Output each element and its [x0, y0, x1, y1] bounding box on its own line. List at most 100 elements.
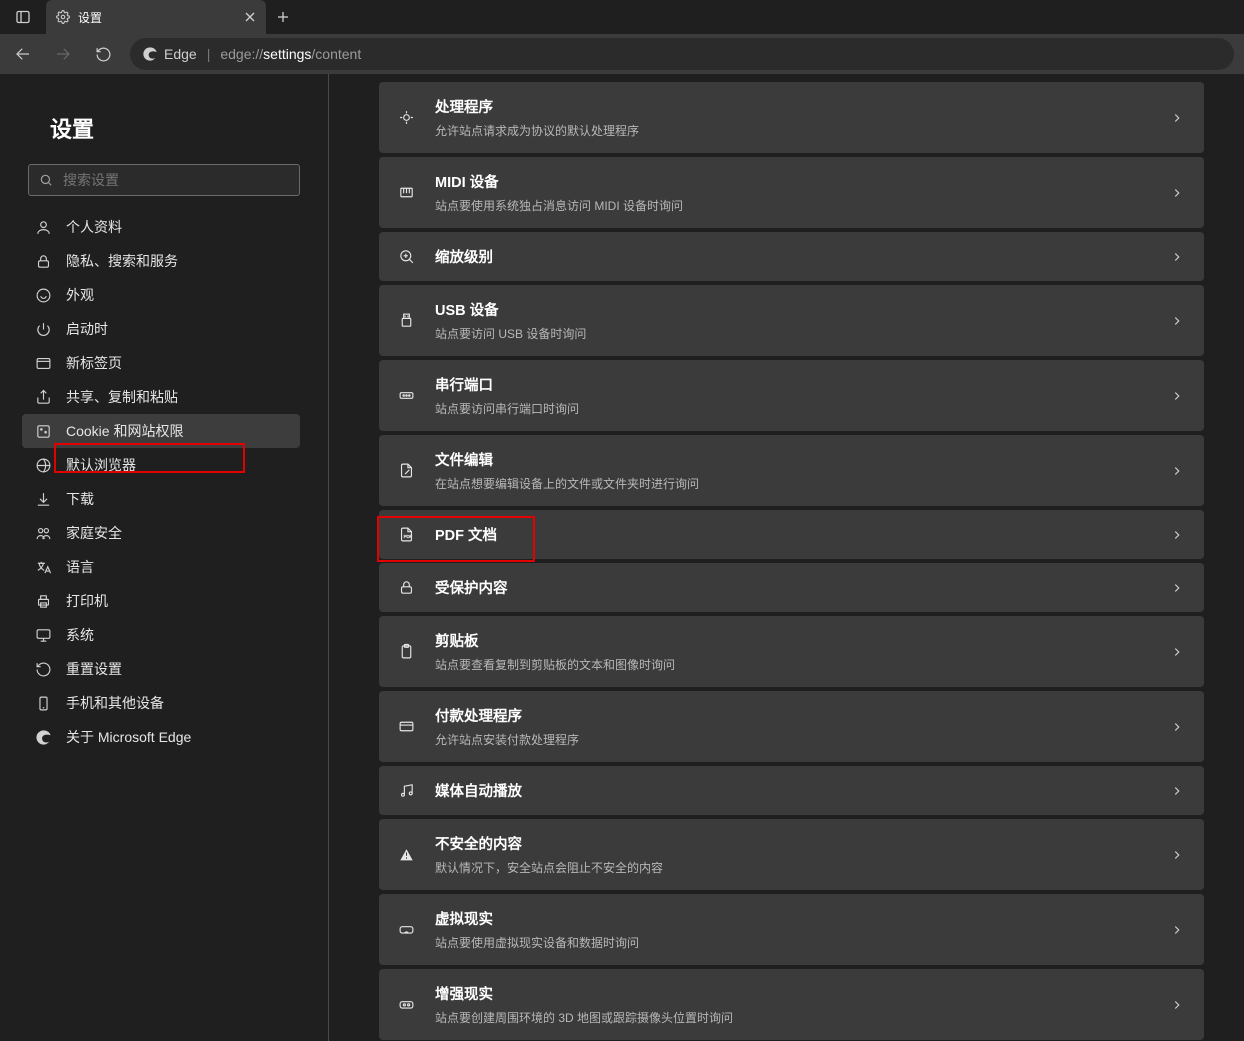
permission-item-3[interactable]: USB 设备 站点要访问 USB 设备时询问	[379, 285, 1204, 356]
site-identity[interactable]: Edge	[142, 46, 197, 62]
sidebar-item-label: 下载	[66, 489, 94, 509]
sidebar-item-4[interactable]: 新标签页	[22, 346, 300, 380]
chevron-right-icon	[1170, 528, 1184, 542]
permission-title: 不安全的内容	[435, 833, 1152, 854]
chevron-right-icon	[1170, 645, 1184, 659]
svg-text:PDF: PDF	[403, 534, 412, 539]
edge-icon	[142, 46, 158, 62]
permission-item-12[interactable]: 虚拟现实 站点要使用虚拟现实设备和数据时询问	[379, 894, 1204, 965]
sidebar-item-1[interactable]: 隐私、搜索和服务	[22, 244, 300, 278]
permission-body: PDF 文档	[435, 524, 1152, 545]
permission-desc: 站点要创建周围环境的 3D 地图或跟踪摄像头位置时询问	[435, 1009, 1152, 1026]
sidebar-item-3[interactable]: 启动时	[22, 312, 300, 346]
forward-button[interactable]	[44, 38, 82, 70]
sidebar-item-6[interactable]: Cookie 和网站权限	[22, 414, 300, 448]
sidebar-item-label: 重置设置	[66, 659, 122, 679]
protected-icon	[395, 579, 417, 596]
brand-label: Edge	[164, 46, 197, 62]
permission-title: 付款处理程序	[435, 705, 1152, 726]
permission-desc: 默认情况下，安全站点会阻止不安全的内容	[435, 859, 1152, 876]
sidebar-item-2[interactable]: 外观	[22, 278, 300, 312]
permission-item-10[interactable]: 媒体自动播放	[379, 766, 1204, 815]
permission-title: 文件编辑	[435, 449, 1152, 470]
gear-icon	[56, 10, 70, 24]
handlers-icon	[395, 109, 417, 126]
permission-title: 虚拟现实	[435, 908, 1152, 929]
sidebar-item-10[interactable]: 语言	[22, 550, 300, 584]
url-text: edge://settings/content	[220, 46, 361, 62]
settings-title: 设置	[50, 112, 300, 144]
permission-title: MIDI 设备	[435, 171, 1152, 192]
sidebar-item-0[interactable]: 个人资料	[22, 210, 300, 244]
chevron-right-icon	[1170, 186, 1184, 200]
sidebar-item-7[interactable]: 默认浏览器	[22, 448, 300, 482]
sidebar-item-8[interactable]: 下载	[22, 482, 300, 516]
permission-title: USB 设备	[435, 299, 1152, 320]
permission-title: 受保护内容	[435, 577, 1152, 598]
settings-search[interactable]	[28, 164, 300, 196]
media-icon	[395, 782, 417, 799]
chevron-right-icon	[1170, 581, 1184, 595]
sidebar-item-11[interactable]: 打印机	[22, 584, 300, 618]
permission-title: 剪贴板	[435, 630, 1152, 651]
chevron-right-icon	[1170, 784, 1184, 798]
sidebar-item-12[interactable]: 系统	[22, 618, 300, 652]
printer-icon	[34, 593, 52, 610]
chevron-right-icon	[1170, 848, 1184, 862]
permission-body: 媒体自动播放	[435, 780, 1152, 801]
new-tab-button[interactable]	[266, 0, 300, 34]
download-icon	[34, 491, 52, 508]
permission-body: 虚拟现实 站点要使用虚拟现实设备和数据时询问	[435, 908, 1152, 951]
family-icon	[34, 525, 52, 542]
permission-body: 文件编辑 在站点想要编辑设备上的文件或文件夹时进行询问	[435, 449, 1152, 492]
permission-body: 付款处理程序 允许站点安装付款处理程序	[435, 705, 1152, 748]
sidebar-item-label: 个人资料	[66, 217, 122, 237]
permission-item-6[interactable]: PDF PDF 文档	[379, 510, 1204, 559]
permission-item-9[interactable]: 付款处理程序 允许站点安装付款处理程序	[379, 691, 1204, 762]
sidebar-item-label: 共享、复制和粘贴	[66, 387, 178, 407]
titlebar: 设置	[0, 0, 1244, 34]
chevron-right-icon	[1170, 250, 1184, 264]
sidebar-item-13[interactable]: 重置设置	[22, 652, 300, 686]
permission-item-4[interactable]: 串行端口 站点要访问串行端口时询问	[379, 360, 1204, 431]
permission-item-13[interactable]: 增强现实 站点要创建周围环境的 3D 地图或跟踪摄像头位置时询问	[379, 969, 1204, 1040]
search-input[interactable]	[63, 172, 289, 188]
sidebar-item-14[interactable]: 手机和其他设备	[22, 686, 300, 720]
share-icon	[34, 389, 52, 406]
sidebar-item-9[interactable]: 家庭安全	[22, 516, 300, 550]
phone-icon	[34, 695, 52, 712]
sidebar-item-label: 手机和其他设备	[66, 693, 164, 713]
permission-item-11[interactable]: 不安全的内容 默认情况下，安全站点会阻止不安全的内容	[379, 819, 1204, 890]
cookie-icon	[34, 423, 52, 440]
toolbar: Edge | edge://settings/content	[0, 34, 1244, 74]
permission-title: 串行端口	[435, 374, 1152, 395]
vr-icon	[395, 921, 417, 938]
permission-item-1[interactable]: MIDI 设备 站点要使用系统独占消息访问 MIDI 设备时询问	[379, 157, 1204, 228]
permission-desc: 站点要访问 USB 设备时询问	[435, 325, 1152, 342]
permission-item-5[interactable]: 文件编辑 在站点想要编辑设备上的文件或文件夹时进行询问	[379, 435, 1204, 506]
content-panel: 处理程序 允许站点请求成为协议的默认处理程序 MIDI 设备 站点要使用系统独占…	[329, 74, 1244, 1041]
tab-close-button[interactable]	[244, 11, 256, 23]
permission-body: 不安全的内容 默认情况下，安全站点会阻止不安全的内容	[435, 833, 1152, 876]
browser-tab[interactable]: 设置	[46, 0, 266, 34]
permission-body: 增强现实 站点要创建周围环境的 3D 地图或跟踪摄像头位置时询问	[435, 983, 1152, 1026]
permission-item-2[interactable]: 缩放级别	[379, 232, 1204, 281]
addressbar[interactable]: Edge | edge://settings/content	[130, 38, 1234, 70]
sidebar-item-label: 关于 Microsoft Edge	[66, 727, 191, 747]
sidebar-item-label: 外观	[66, 285, 94, 305]
permission-item-8[interactable]: 剪贴板 站点要查看复制到剪贴板的文本和图像时询问	[379, 616, 1204, 687]
permission-desc: 站点要使用系统独占消息访问 MIDI 设备时询问	[435, 197, 1152, 214]
person-icon	[34, 219, 52, 236]
sidebar-item-15[interactable]: 关于 Microsoft Edge	[22, 720, 300, 754]
permission-item-7[interactable]: 受保护内容	[379, 563, 1204, 612]
sidebar-item-5[interactable]: 共享、复制和粘贴	[22, 380, 300, 414]
payment-icon	[395, 718, 417, 735]
permission-item-0[interactable]: 处理程序 允许站点请求成为协议的默认处理程序	[379, 82, 1204, 153]
back-button[interactable]	[4, 38, 42, 70]
sidebar-nav-list: 个人资料隐私、搜索和服务外观启动时新标签页共享、复制和粘贴 Cookie 和网站权…	[22, 210, 300, 754]
appearance-icon	[34, 287, 52, 304]
sidebar-item-label: 启动时	[66, 319, 108, 339]
refresh-button[interactable]	[84, 38, 122, 70]
tab-actions-button[interactable]	[0, 0, 46, 34]
sidebar-item-label: 默认浏览器	[66, 455, 136, 475]
